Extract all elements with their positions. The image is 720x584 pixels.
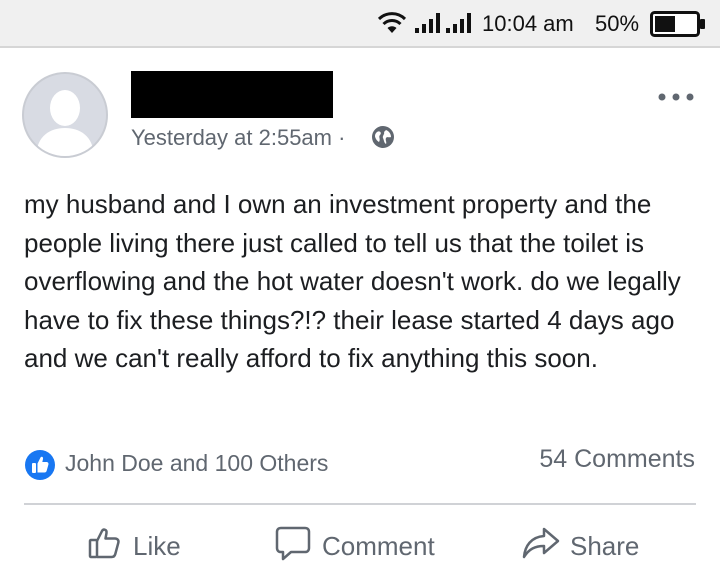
thumbs-up-icon [87, 525, 133, 568]
battery-icon [650, 11, 706, 42]
wifi-icon [377, 9, 407, 40]
reactions-text: John Doe and 100 Others [65, 450, 329, 476]
signal-icon [415, 12, 443, 39]
comment-button[interactable]: Comment [274, 524, 435, 568]
avatar[interactable] [22, 72, 108, 163]
globe-icon [370, 124, 396, 155]
post-text: my husband and I own an investment prope… [24, 189, 681, 373]
like-label: Like [133, 530, 181, 561]
share-arrow-icon [522, 525, 570, 568]
post-timestamp[interactable]: Yesterday at 2:55am · [131, 125, 345, 151]
like-reaction-icon [24, 449, 56, 486]
battery-percent: 50% [595, 11, 640, 36]
status-bar: 10:04 am 50% [0, 0, 720, 48]
divider [24, 503, 696, 505]
like-button[interactable]: Like [87, 524, 181, 568]
comments-count[interactable]: 54 Comments [539, 445, 695, 474]
speech-bubble-icon [274, 524, 322, 569]
more-options-icon[interactable] [657, 90, 697, 108]
signal-icon [446, 12, 474, 39]
redacted-author-name [131, 71, 333, 118]
share-label: Share [570, 530, 640, 561]
comment-label: Comment [322, 530, 435, 561]
clock: 10:04 am [482, 11, 574, 36]
share-button[interactable]: Share [522, 524, 639, 568]
